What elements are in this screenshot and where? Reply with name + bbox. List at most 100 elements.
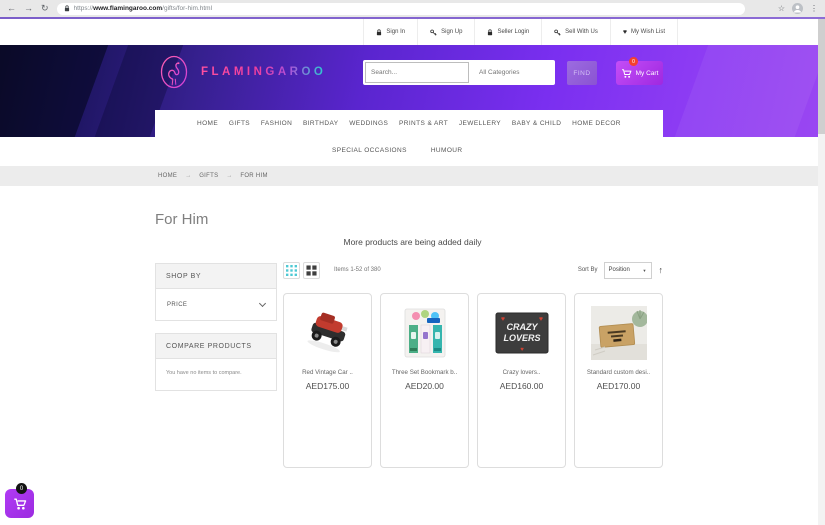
svg-text:CRAZY: CRAZY [506, 322, 538, 332]
nav-item-birthday[interactable]: BIRTHDAY [303, 120, 338, 127]
product-image[interactable] [590, 305, 648, 361]
cart-count-badge: 0 [629, 57, 638, 66]
browser-window: ← → ↻ https://www.flamingaroo.com/gifts/… [0, 0, 825, 525]
nav-item-prints-art[interactable]: PRINTS & ART [399, 120, 448, 127]
utility-label: Seller Login [497, 29, 530, 35]
utility-bar: Sign In Sign Up Seller Login Sell With U… [363, 19, 678, 45]
nav-item-humour[interactable]: HUMOUR [431, 147, 463, 154]
search-input[interactable] [365, 62, 469, 83]
product-title[interactable]: Red Vintage Car .. [302, 369, 353, 376]
product-image[interactable] [396, 305, 454, 361]
bookmark-star-icon[interactable]: ☆ [778, 4, 785, 13]
shop-by-title: SHOP BY [156, 264, 276, 289]
url-text: https://www.flamingaroo.com/gifts/for-hi… [73, 5, 213, 12]
sell-with-us-link[interactable]: Sell With Us [541, 19, 610, 45]
back-icon[interactable]: ← [7, 4, 16, 13]
search-bar: All Categories [363, 60, 555, 85]
product-title[interactable]: Three Set Bookmark b.. [392, 369, 457, 376]
breadcrumb-for-him: FOR HIM [240, 173, 268, 179]
breadcrumb: HOME → GIFTS → FOR HIM [0, 166, 825, 186]
utility-label: Sell With Us [565, 29, 598, 35]
brand-name: FLAMINGAROO [201, 66, 327, 78]
price-filter-toggle[interactable]: PRICE [156, 289, 276, 320]
listing-toolbar: Items 1-52 of 380 Sort By Position ▼ ↑ [283, 259, 663, 281]
utility-label: My Wish List [630, 29, 665, 35]
items-count: Items 1-52 of 380 [334, 267, 381, 273]
list-view-icon [306, 264, 317, 276]
product-grid: Red Vintage Car .. AED175.00 Three Set B… [283, 293, 663, 468]
primary-nav: HOME GIFTS FASHION BIRTHDAY WEDDINGS PRI… [155, 110, 663, 137]
forward-icon[interactable]: → [24, 4, 33, 13]
nav-item-baby-child[interactable]: BABY & CHILD [512, 120, 561, 127]
nav-item-fashion[interactable]: FASHION [261, 120, 292, 127]
grid-view-icon [286, 264, 297, 276]
find-button[interactable]: FIND [567, 61, 597, 85]
product-title[interactable]: Crazy lovers.. [503, 369, 541, 376]
browser-menu-icon[interactable]: ⋮ [810, 4, 818, 13]
my-wish-list-link[interactable]: ♥ My Wish List [609, 19, 678, 45]
floating-cart-button[interactable]: 0 [5, 483, 34, 518]
breadcrumb-separator-icon: → [226, 173, 233, 179]
sign-up-link[interactable]: Sign Up [417, 19, 474, 45]
list-view-button[interactable] [303, 261, 320, 279]
header-decor-stripe [664, 45, 825, 137]
lock-icon [64, 5, 69, 12]
nav-item-gifts[interactable]: GIFTS [229, 120, 250, 127]
lock-icon [488, 28, 493, 35]
nav-item-home[interactable]: HOME [197, 120, 218, 127]
compare-products-title: COMPARE PRODUCTS [156, 334, 276, 359]
sort-select[interactable]: Position ▼ [603, 261, 652, 279]
product-card[interactable]: Red Vintage Car .. AED175.00 [283, 293, 372, 468]
product-card[interactable]: Three Set Bookmark b.. AED20.00 [380, 293, 469, 468]
key-icon [554, 29, 561, 36]
svg-text:♥: ♥ [500, 316, 504, 323]
product-price: AED175.00 [305, 381, 350, 391]
header-decor-stripe [0, 45, 116, 137]
sort-direction-button[interactable]: ↑ [659, 265, 664, 275]
reload-icon[interactable]: ↻ [41, 4, 49, 13]
cart-icon [621, 68, 632, 78]
address-bar[interactable]: https://www.flamingaroo.com/gifts/for-hi… [56, 2, 745, 15]
flamingo-logo-icon [160, 55, 188, 89]
product-image[interactable] [299, 305, 357, 361]
page-note: More products are being added daily [343, 237, 482, 247]
secondary-nav: SPECIAL OCCASIONS HUMOUR [0, 137, 825, 164]
nav-item-jewellery[interactable]: JEWELLERY [459, 120, 501, 127]
nav-item-home-decor[interactable]: HOME DECOR [572, 120, 621, 127]
sort-selected-value: Position [608, 267, 630, 273]
seller-login-link[interactable]: Seller Login [474, 19, 541, 45]
lock-icon [377, 28, 382, 35]
product-title[interactable]: Standard custom desi.. [587, 369, 650, 376]
scrollbar-thumb[interactable] [818, 19, 825, 134]
nav-item-weddings[interactable]: WEDDINGS [349, 120, 388, 127]
sidebar: SHOP BY PRICE COMPARE PRODUCTS You have … [155, 263, 277, 403]
breadcrumb-separator-icon: → [185, 173, 192, 179]
sign-in-link[interactable]: Sign In [363, 19, 417, 45]
shop-by-panel: SHOP BY PRICE [155, 263, 277, 321]
product-card[interactable]: Standard custom desi.. AED170.00 [574, 293, 663, 468]
category-dropdown[interactable]: All Categories [469, 62, 553, 83]
compare-products-panel: COMPARE PRODUCTS You have no items to co… [155, 333, 277, 391]
breadcrumb-gifts[interactable]: GIFTS [199, 173, 218, 179]
key-icon [430, 29, 437, 36]
compare-empty-text: You have no items to compare. [166, 370, 242, 376]
cart-label: My Cart [635, 69, 659, 77]
product-image[interactable]: CRAZY LOVERS ♥ ♥ ♥ [493, 305, 551, 361]
heart-icon: ♥ [622, 28, 627, 36]
svg-text:♥: ♥ [538, 316, 542, 323]
svg-text:LOVERS: LOVERS [503, 333, 540, 343]
nav-item-special-occasions[interactable]: SPECIAL OCCASIONS [332, 147, 407, 154]
grid-view-button[interactable] [283, 261, 300, 279]
floating-cart-badge: 0 [16, 483, 27, 494]
utility-label: Sign In [386, 29, 406, 35]
profile-avatar-icon[interactable] [792, 3, 803, 14]
product-card[interactable]: CRAZY LOVERS ♥ ♥ ♥ Crazy lovers.. AED160… [477, 293, 566, 468]
product-price: AED170.00 [596, 381, 641, 391]
site-logo[interactable]: FLAMINGAROO [155, 53, 326, 91]
chevron-down-icon [258, 299, 267, 307]
page-scrollbar[interactable] [818, 19, 825, 525]
my-cart-button[interactable]: 0 My Cart [616, 57, 663, 85]
breadcrumb-home[interactable]: HOME [158, 173, 177, 179]
chevron-down-icon: ▼ [642, 267, 647, 273]
product-price: AED20.00 [405, 381, 444, 391]
